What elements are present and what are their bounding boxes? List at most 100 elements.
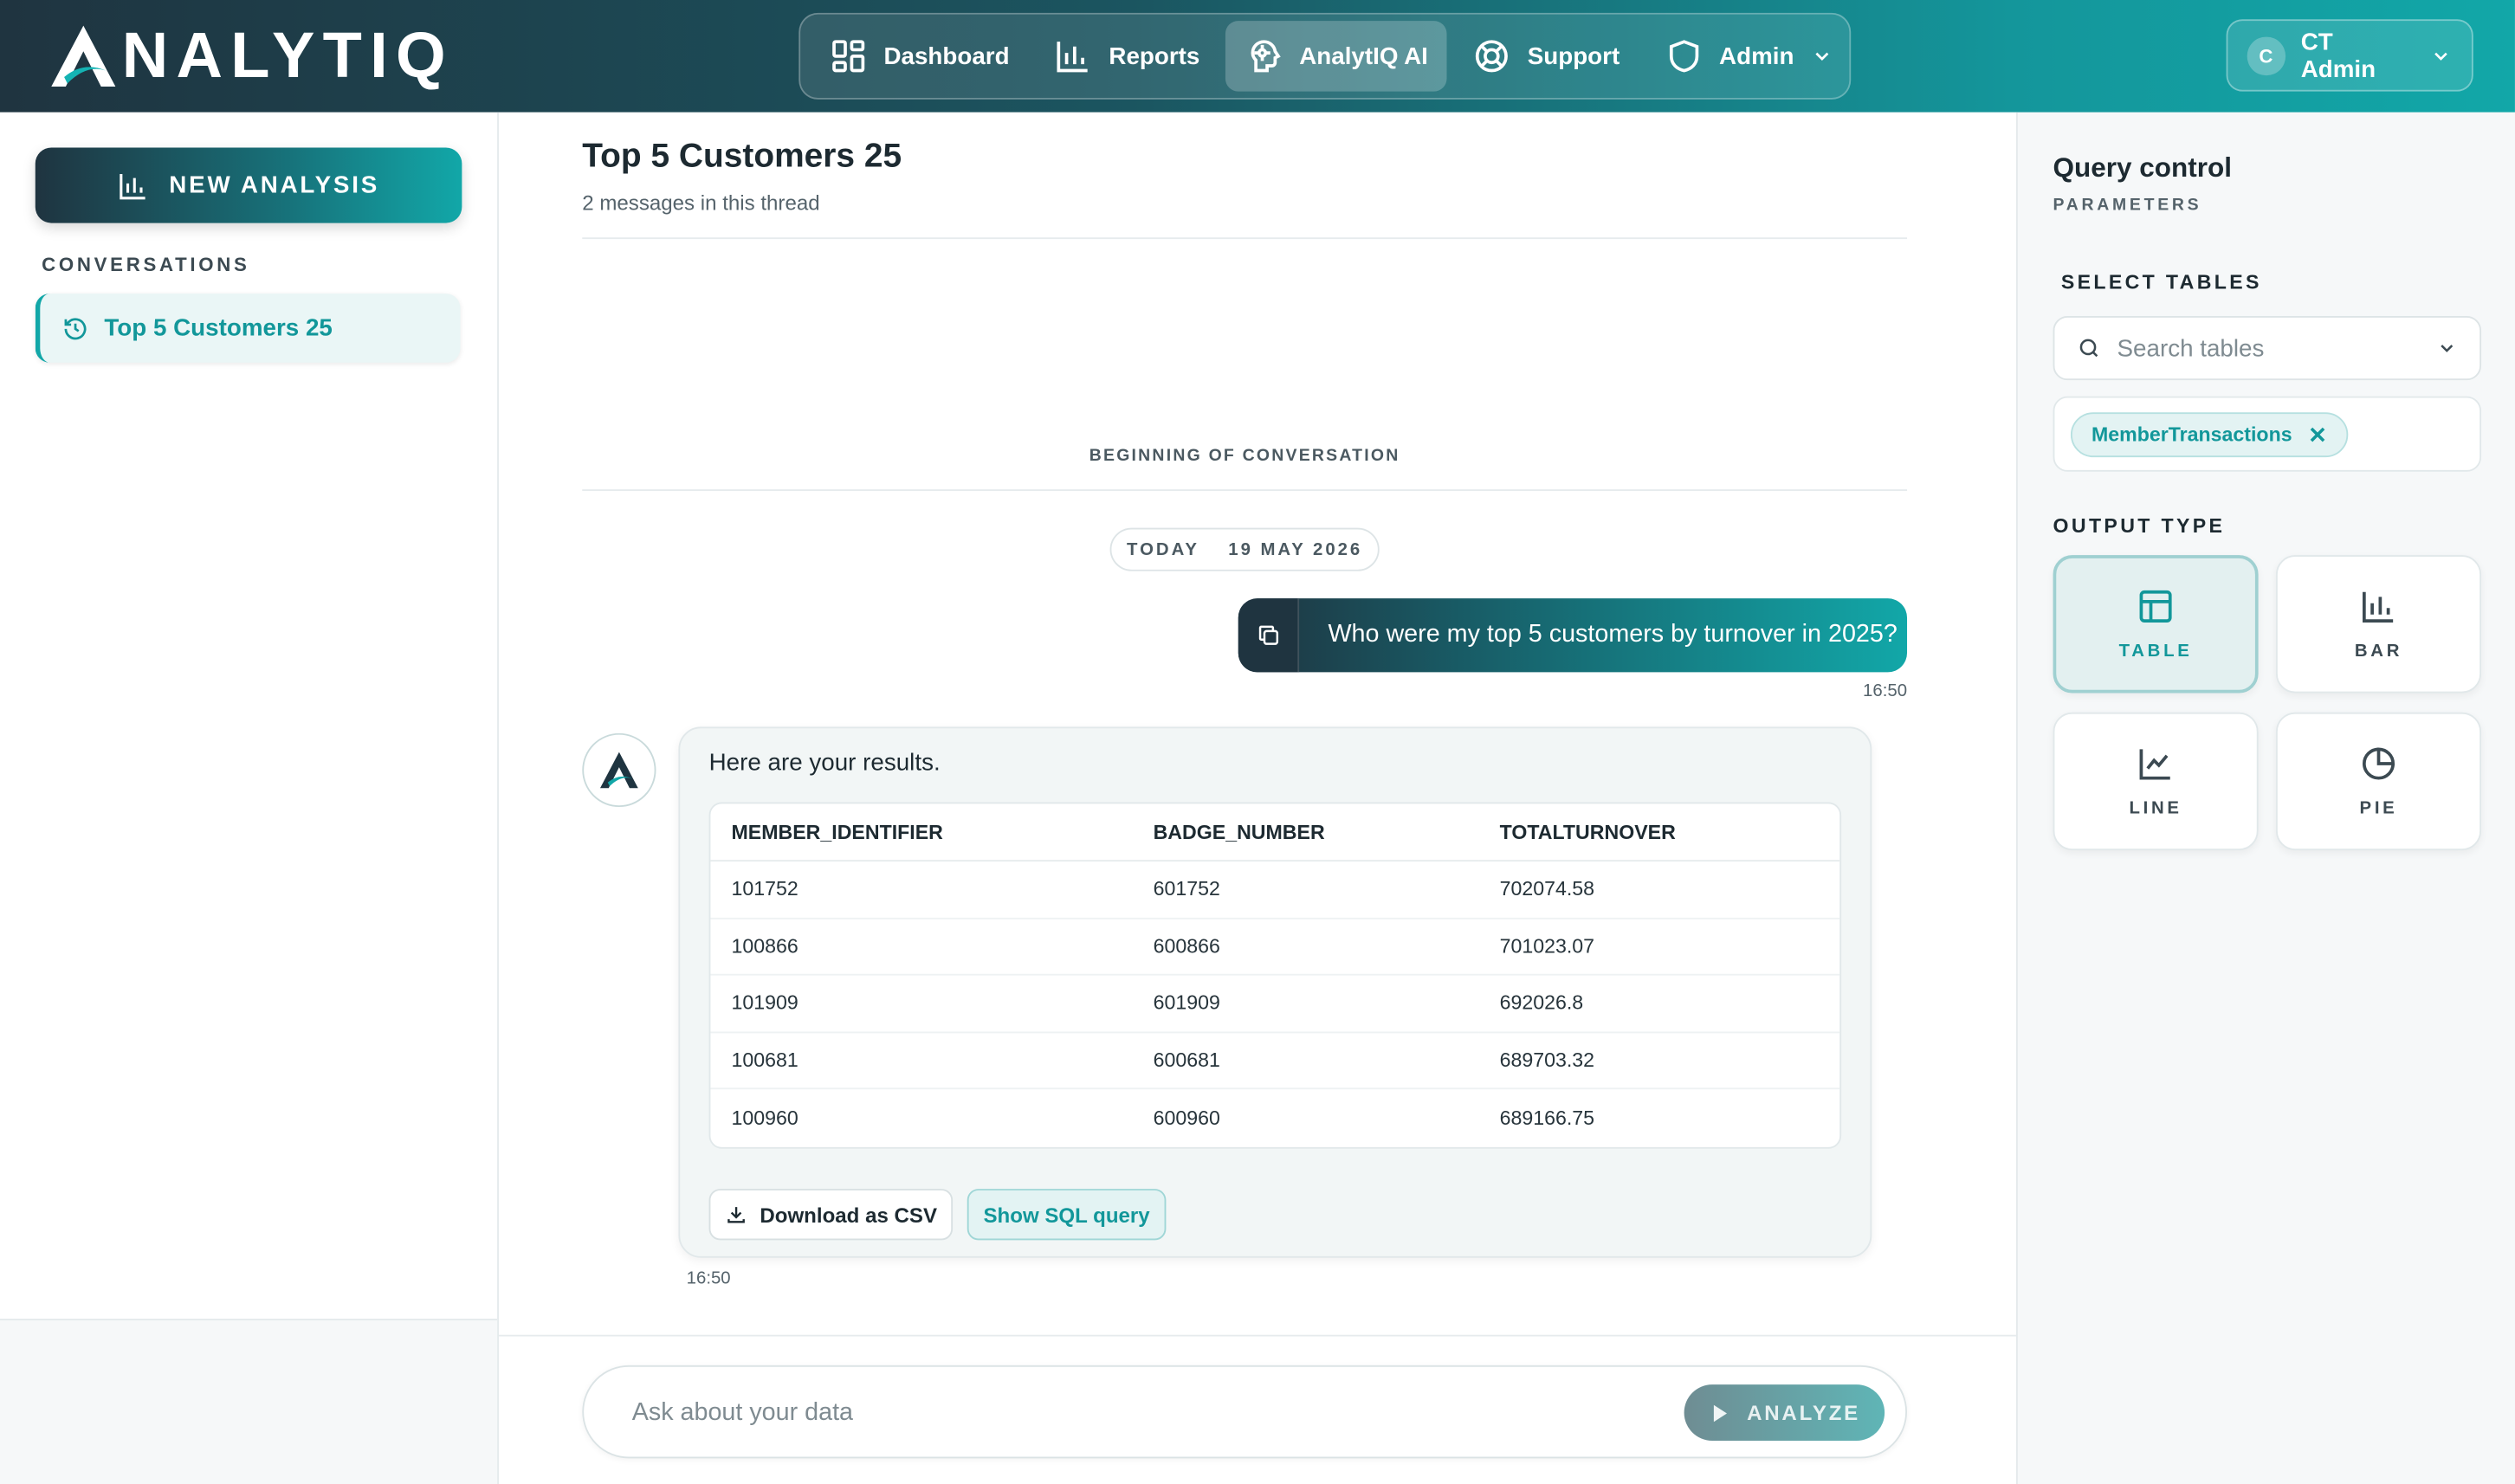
new-analysis-button[interactable]: NEW ANALYSIS <box>35 147 462 223</box>
nav-item-analytiq-ai[interactable]: AnalytIQ AI <box>1225 21 1448 92</box>
nav-label: Support <box>1527 42 1620 70</box>
download-icon <box>727 1207 745 1223</box>
nav-label: Reports <box>1109 42 1200 70</box>
table-cell: 702074.58 <box>1478 861 1840 919</box>
date-separator: TODAY 19 MAY 2026 <box>1109 527 1380 571</box>
new-analysis-label: NEW ANALYSIS <box>169 171 380 199</box>
assistant-avatar <box>582 732 656 808</box>
table-cell: 600960 <box>1153 1107 1220 1130</box>
table-cell: 601909 <box>1132 976 1479 1033</box>
panel-subtitle: PARAMETERS <box>2053 196 2202 216</box>
sidebar: NEW ANALYSIS CONVERSATIONS Top 5 Custome… <box>0 112 499 1484</box>
output-type-label: TABLE <box>2118 642 2193 661</box>
user-message-text: Who were my top 5 customers by turnover … <box>1328 621 1898 648</box>
output-type-table[interactable]: TABLE <box>2053 555 2259 694</box>
conversation-start-marker: BEGINNING OF CONVERSATION <box>1089 446 1400 466</box>
table-cell: 101909 <box>710 976 1133 1033</box>
line-chart-icon <box>2139 749 2170 780</box>
top-bar: NALYTIQ Dashboard Reports AnalytIQ AI Su… <box>0 0 2515 113</box>
table-cell: 101752 <box>710 861 1133 919</box>
avatar: C <box>2247 35 2285 75</box>
page-title: Top 5 Customers 25 <box>582 138 902 175</box>
divider <box>582 237 1908 240</box>
nav-item-admin[interactable]: Admin <box>1645 21 1852 92</box>
query-control-panel: Query control PARAMETERS SELECT TABLES M… <box>2015 112 2515 1484</box>
history-icon <box>64 317 87 339</box>
table-cell: 100866 <box>710 919 1133 976</box>
message-timestamp: 16:50 <box>1863 681 1908 701</box>
logo-mark-icon <box>51 25 116 87</box>
bar-chart-icon <box>1057 42 1089 73</box>
bar-chart-icon <box>2362 591 2394 623</box>
divider <box>582 489 1908 492</box>
copy-icon <box>1258 625 1278 645</box>
output-type-label: BAR <box>2354 642 2403 661</box>
table-row: 100866 600866 701023.07 <box>710 919 1840 976</box>
nav-label: AnalytIQ AI <box>1299 42 1428 70</box>
table-chip[interactable]: MemberTransactions ✕ <box>2070 412 2348 458</box>
copy-message-button[interactable] <box>1238 598 1300 673</box>
table-cell: 601752 <box>1132 861 1479 919</box>
table-chip-label: MemberTransactions <box>2092 423 2292 447</box>
pie-chart-icon <box>2363 747 2395 780</box>
dashboard-icon <box>832 40 865 73</box>
search-tables-input[interactable] <box>2117 334 2437 362</box>
ask-input[interactable] <box>631 1396 1626 1431</box>
assistant-message-card: Here are your results. MEMBER_IDENTIFIER… <box>678 726 1872 1258</box>
chevron-down-icon <box>2441 345 2454 352</box>
play-icon <box>1714 1403 1728 1422</box>
nav-item-support[interactable]: Support <box>1454 21 1639 92</box>
user-name: CT Admin <box>2300 28 2376 83</box>
table-header-row: MEMBER_IDENTIFIER BADGE_NUMBER TOTALTURN… <box>710 803 1840 862</box>
user-message-bubble: Who were my top 5 customers by turnover … <box>1238 598 1908 673</box>
nav-item-reports[interactable]: Reports <box>1035 21 1219 92</box>
table-search-dropdown[interactable] <box>2053 316 2482 381</box>
user-menu-button[interactable]: C CT Admin <box>2226 19 2473 92</box>
output-type-label: LINE <box>2129 798 2182 819</box>
show-sql-button[interactable]: Show SQL query <box>967 1189 1167 1241</box>
table-cell: 600681 <box>1132 1032 1479 1090</box>
table-cell: 689166.75 <box>1499 1107 1595 1130</box>
analyze-button[interactable]: ANALYZE <box>1684 1384 1885 1441</box>
nav-label: Admin <box>1719 42 1794 70</box>
selected-tables: MemberTransactions ✕ <box>2053 396 2482 472</box>
brand-logo[interactable]: NALYTIQ <box>48 19 454 93</box>
table-row: 101752 601752 702074.58 <box>710 861 1840 919</box>
logo-mark-icon <box>599 752 638 789</box>
lifebuoy-icon <box>1476 40 1509 73</box>
bar-chart-icon <box>120 173 146 199</box>
close-icon[interactable]: ✕ <box>2308 423 2327 446</box>
output-type-label: PIE <box>2359 798 2398 819</box>
column-header: BADGE_NUMBER <box>1132 803 1479 862</box>
chevron-down-icon <box>1814 52 1828 61</box>
output-type-line[interactable]: LINE <box>2053 712 2259 851</box>
shield-icon <box>1669 40 1698 73</box>
table-row: 100681 600681 689703.32 <box>710 1032 1840 1090</box>
chat-main: Top 5 Customers 25 2 messages in this th… <box>498 112 2016 1484</box>
column-header: MEMBER_IDENTIFIER <box>710 803 1133 862</box>
table-row: 100960 600960 689166.75 <box>710 1089 1839 1146</box>
sidebar-footer <box>0 1319 498 1484</box>
main-nav: Dashboard Reports AnalytIQ AI Support Ad… <box>798 12 1852 100</box>
conversations-heading: CONVERSATIONS <box>42 253 250 276</box>
message-timestamp: 16:50 <box>686 1268 731 1288</box>
search-icon <box>2079 339 2098 358</box>
table-cell: 100681 <box>710 1032 1133 1090</box>
conversation-label: Top 5 Customers 25 <box>104 314 333 342</box>
output-type-pie[interactable]: PIE <box>2275 712 2482 851</box>
assistant-message-text: Here are your results. <box>708 749 941 777</box>
table-cell: 689703.32 <box>1478 1032 1840 1090</box>
chevron-down-icon <box>2434 51 2448 60</box>
date-today-label: TODAY <box>1127 539 1199 559</box>
conversation-item[interactable]: Top 5 Customers 25 <box>35 294 461 363</box>
download-csv-button[interactable]: Download as CSV <box>708 1189 954 1241</box>
table-cell: 100960 <box>731 1107 798 1130</box>
thread-message-count: 2 messages in this thread <box>582 190 820 216</box>
analyze-label: ANALYZE <box>1747 1400 1861 1425</box>
table-cell: 692026.8 <box>1478 976 1840 1033</box>
panel-title: Query control <box>2053 152 2233 184</box>
table-row: 101909 601909 692026.8 <box>710 976 1840 1033</box>
output-type-bar[interactable]: BAR <box>2275 555 2482 694</box>
nav-item-dashboard[interactable]: Dashboard <box>810 21 1029 92</box>
output-type-heading: OUTPUT TYPE <box>2053 514 2226 538</box>
